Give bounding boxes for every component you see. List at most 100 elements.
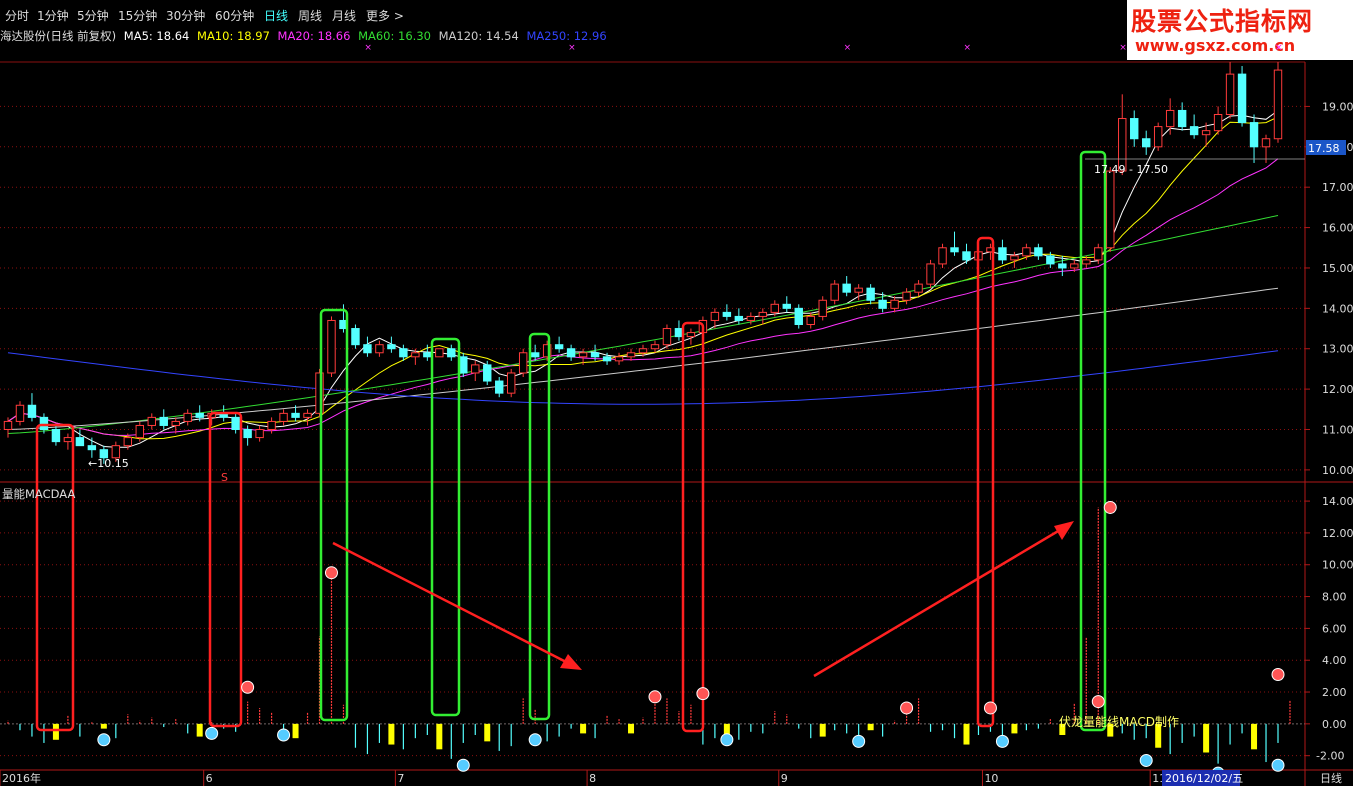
candle-body (1034, 247, 1043, 257)
candle-body (1201, 130, 1211, 136)
candle-body (63, 437, 73, 443)
candle-body (123, 437, 133, 447)
macd-tick-label: 2.00 (1322, 686, 1347, 699)
top-signal-icon (696, 687, 710, 701)
candle-body (1153, 126, 1163, 148)
price-tick-label: 14.00 (1322, 302, 1353, 315)
candle-body (423, 352, 432, 358)
ma250-line (7, 350, 1279, 405)
candle-body (471, 364, 480, 374)
candle-body (1094, 247, 1103, 261)
month-label: 6 (206, 772, 213, 785)
price-tick-label: 16.00 (1322, 222, 1353, 235)
candle-body (303, 412, 312, 418)
candle-body (1106, 170, 1115, 249)
bottom-signal-icon (1139, 753, 1153, 767)
candle-body (15, 404, 25, 422)
candle-body (926, 263, 935, 285)
candle-body (758, 311, 768, 317)
price-tick-label: 12.00 (1322, 383, 1353, 396)
stock-chart[interactable]: × × × × × ×× ←10.15 17.49 - 17.50 量能MACDAA 伏龙… (0, 0, 1353, 786)
red-box-1 (35, 423, 75, 732)
macd-tick-label: 0.00 (1322, 718, 1347, 731)
candle-body (111, 445, 121, 459)
bottom-signal-icon (1271, 758, 1285, 772)
candle-body (1070, 263, 1079, 269)
candle-body (267, 420, 276, 430)
top-mark-icon: × (844, 43, 852, 53)
candle-body (291, 412, 300, 418)
macd-bar (52, 723, 59, 740)
price-tick-label: 15.00 (1322, 262, 1353, 275)
macd-tick-label: 8.00 (1322, 591, 1347, 604)
candle-body (51, 429, 61, 443)
candle-body (147, 416, 156, 426)
period-label: 日线 (1320, 771, 1342, 785)
candle-body (1177, 109, 1187, 128)
candle-body (195, 412, 204, 418)
top-signal-icon (983, 701, 997, 715)
candle-body (878, 299, 887, 309)
candle-body (506, 372, 516, 394)
candle-body (866, 287, 875, 301)
red-box-2 (208, 411, 243, 728)
candle-body (962, 251, 971, 261)
candle-body (183, 412, 192, 422)
macd-bar (963, 723, 970, 745)
candle-body (1261, 138, 1271, 148)
arrow-down (332, 541, 573, 667)
candle-body (650, 344, 660, 350)
candle-body (1249, 122, 1259, 148)
candle-body (626, 352, 636, 358)
candle-body (75, 437, 85, 447)
candle-body (614, 356, 624, 362)
candle-body (770, 303, 780, 313)
candle-body (818, 299, 827, 317)
candle-body (1189, 126, 1199, 136)
current-price-label: 17.58 (1308, 142, 1340, 155)
candle-body (1237, 73, 1247, 124)
month-label: 10 (984, 772, 998, 785)
candle-body (794, 307, 803, 326)
highlight-boxes (35, 150, 1305, 733)
candle-body (363, 344, 372, 354)
bottom-signal-icon (277, 728, 291, 742)
candle-body (854, 287, 863, 293)
macd-bar (388, 723, 395, 745)
top-signal-icon (324, 566, 338, 580)
candle-body (495, 380, 504, 394)
range-label: 17.49 - 17.50 (1094, 163, 1168, 176)
candle-body (638, 348, 648, 354)
candle-body (171, 420, 180, 426)
indicator-name: 量能MACDAA (2, 487, 75, 501)
candle-body (1130, 118, 1139, 140)
top-mark-icon: × (1119, 43, 1127, 53)
candle-body (231, 416, 240, 430)
top-signal-icon (648, 690, 662, 704)
macd-bar (1203, 723, 1210, 753)
macd-bar (436, 723, 443, 750)
top-mark-icon: × (1275, 43, 1283, 53)
candle-body (578, 352, 588, 358)
price-tick-label: 10.00 (1322, 464, 1353, 477)
ma120-line (7, 287, 1279, 430)
macd-bar (628, 723, 635, 734)
macd-bar (484, 723, 491, 742)
date-label: 2016/12/02/五 (1165, 772, 1243, 785)
bottom-signal-icon (852, 734, 866, 748)
candle-body (518, 352, 528, 374)
candle-body (159, 416, 168, 426)
arrow-down-head (560, 654, 582, 670)
candle-body (902, 291, 911, 301)
candle-body (674, 328, 684, 338)
macd-tick-label: 6.00 (1322, 622, 1347, 635)
candle-body (890, 299, 899, 309)
candle-body (734, 315, 744, 321)
candle-body (602, 356, 612, 362)
moving-average-lines (7, 110, 1279, 448)
ma5-line (7, 110, 1279, 448)
bottom-signal-icon (205, 726, 219, 740)
top-signal-icon (1103, 500, 1117, 514)
candle-body (279, 412, 288, 422)
macd-bar (196, 723, 203, 737)
